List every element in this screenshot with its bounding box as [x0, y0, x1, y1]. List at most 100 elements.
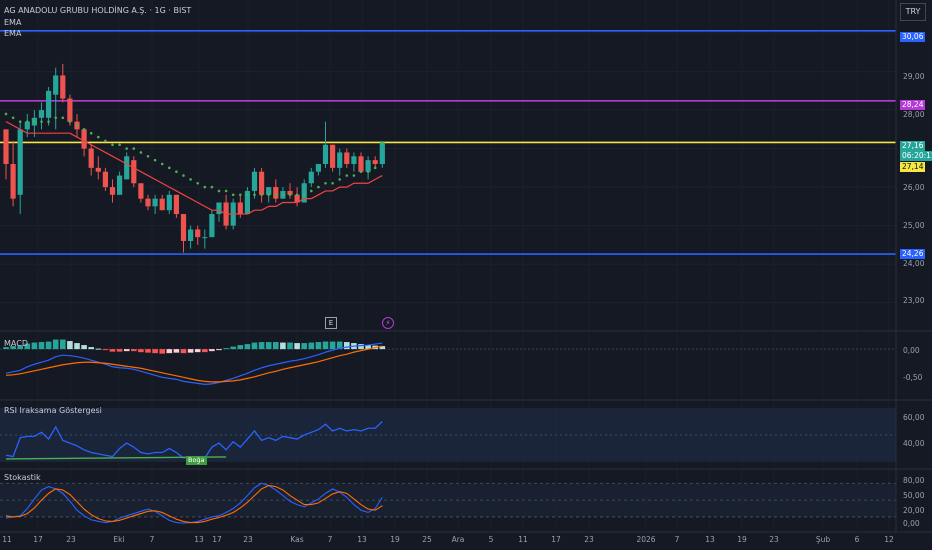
price-tag-24-26: 24,26 [900, 249, 926, 259]
macd-histogram-bar [294, 343, 300, 350]
macd-histogram-bar [102, 349, 109, 351]
time-label: 17 [33, 535, 43, 544]
macd-pane [0, 339, 896, 386]
macd-histogram-bar [308, 342, 315, 350]
stochastic-label[interactable]: Stokastik [4, 473, 41, 482]
ema-fast-point [82, 128, 86, 131]
earnings-event-icon[interactable]: E [325, 317, 337, 329]
price-tag-28-24: 28,24 [900, 100, 926, 110]
macd-histogram-bar [88, 347, 94, 350]
candle-body [124, 156, 130, 180]
macd-axis-0: 0,00 [903, 346, 920, 355]
macd-histogram-bar [45, 341, 52, 350]
ema-fast-point [338, 178, 342, 181]
ema-fast-point [40, 120, 43, 123]
macd-histogram-bar [265, 342, 272, 350]
price-label-26: 26,00 [903, 183, 925, 192]
symbol-title[interactable]: AG ANADOLU GRUBU HOLDİNG A.Ş. · 1G · BIS… [4, 6, 191, 16]
ema-fast-point [132, 147, 136, 150]
macd-histogram-bar [67, 341, 73, 350]
macd-label[interactable]: MACD [4, 339, 28, 348]
candle-body [315, 164, 321, 172]
candle-body [166, 194, 172, 211]
ema-fast-point [104, 139, 107, 143]
ema-fast-point [359, 170, 363, 173]
candle-body [46, 90, 52, 118]
ema-fast-point [317, 185, 320, 189]
macd-histogram-bar [52, 339, 59, 350]
time-label: 23 [584, 535, 594, 544]
macd-histogram-bar [280, 342, 286, 350]
macd-histogram-bar [116, 349, 123, 352]
currency-button[interactable]: TRY [900, 3, 926, 21]
ema-fast-point [4, 112, 8, 116]
candle-body [358, 156, 364, 172]
macd-histogram-bar [258, 342, 265, 350]
macd-histogram-bar [344, 342, 350, 350]
ema-fast-point [288, 193, 292, 197]
ema-fast-point [139, 151, 143, 154]
candle-body [173, 194, 179, 215]
horizontal-lines[interactable] [0, 29, 896, 255]
bullish-divergence-badge: Boğa [186, 456, 207, 465]
ema-fast-point [182, 174, 185, 177]
ema-indicator-label-2[interactable]: EMA [4, 29, 21, 39]
macd-histogram-bar [138, 349, 144, 353]
time-label: 11 [2, 535, 12, 544]
candle-body [237, 202, 243, 215]
candle-body [259, 171, 265, 195]
candle-body [273, 187, 279, 199]
ema-fast-point [54, 116, 57, 120]
macd-axis-neg: -0,50 [903, 373, 923, 382]
ema-fast-point [281, 193, 285, 197]
ema-fast-point [224, 189, 228, 193]
ema-fast-point [331, 181, 334, 185]
candle-body [322, 144, 329, 164]
time-label: 23 [769, 535, 779, 544]
macd-histogram-bar [251, 342, 258, 350]
ema-indicator-label-1[interactable]: EMA [4, 18, 21, 28]
time-label: 7 [149, 535, 155, 544]
time-label: 19 [737, 535, 747, 544]
ema-fast-point [310, 189, 313, 193]
stochastic-pane [0, 482, 896, 524]
time-label: 13 [194, 535, 204, 544]
time-label: 25 [422, 535, 432, 544]
candle-body [145, 198, 151, 207]
stoch-axis-0: 0,00 [903, 519, 920, 528]
last-price-tag: 27,16 [900, 141, 926, 151]
macd-histogram-bar [131, 349, 137, 352]
candle-body [216, 202, 222, 215]
rsi-label[interactable]: RSI Iraksama Göstergesi [4, 406, 102, 415]
candle-body [102, 171, 108, 188]
macd-histogram-bar [273, 342, 279, 350]
rsi-axis-40: 40,00 [903, 439, 925, 448]
ema-fast-point [125, 147, 128, 150]
macd-histogram-bar [209, 349, 215, 352]
ema-fast-point [246, 193, 249, 197]
candle-body [53, 75, 59, 95]
macd-histogram-bar [159, 349, 165, 354]
macd-histogram-bar [322, 341, 329, 350]
time-label: Eki [113, 535, 125, 544]
ema-fast-point [153, 158, 157, 162]
ema-fast-point [217, 189, 221, 193]
ema-fast-point [118, 143, 121, 147]
candle-body [251, 171, 258, 191]
candle-body [152, 198, 158, 207]
candle-body [351, 156, 357, 164]
macd-histogram-bar [230, 346, 236, 350]
chart-canvas[interactable] [0, 0, 932, 550]
rsi-pane [0, 408, 896, 462]
macd-histogram-bar [244, 344, 251, 350]
candle-body [330, 144, 336, 168]
candle-body [109, 187, 116, 195]
ema-fast-point [175, 170, 178, 173]
time-label: Kas [290, 535, 304, 544]
time-label: Ara [451, 535, 465, 544]
macd-histogram-bar [166, 349, 173, 354]
macd-histogram-bar [109, 349, 116, 352]
dividend-event-icon[interactable]: ⚡ [382, 317, 394, 329]
macd-histogram-bar [123, 349, 130, 352]
macd-histogram-bar [223, 348, 229, 350]
